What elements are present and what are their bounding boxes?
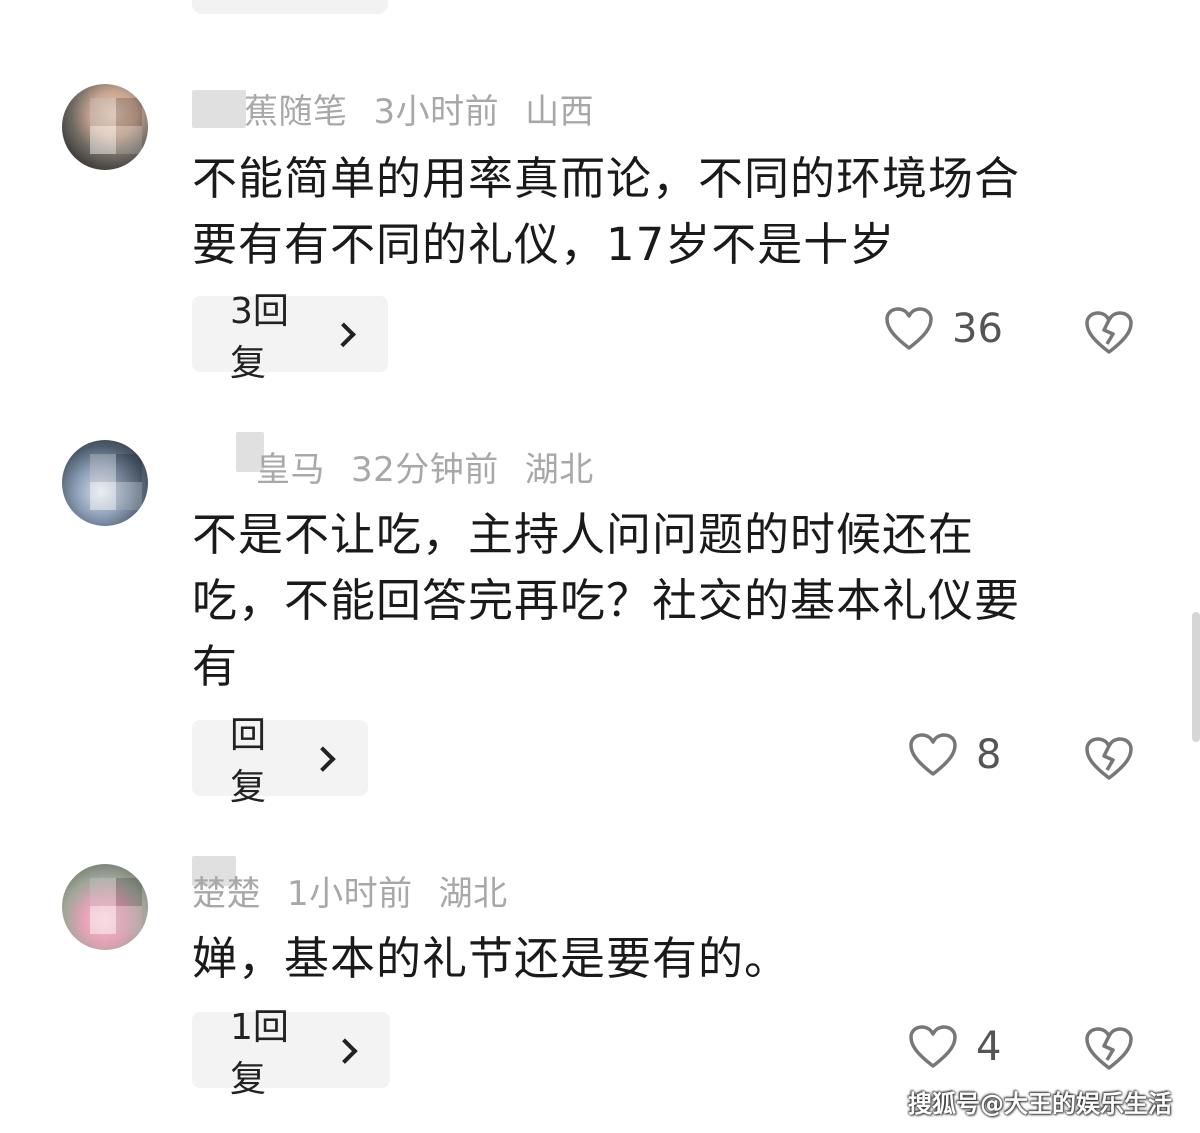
dislike-button[interactable] bbox=[1084, 736, 1134, 786]
reply-label: 3回复 bbox=[230, 291, 289, 384]
heart-outline-icon bbox=[908, 732, 958, 778]
heart-outline-icon bbox=[908, 1024, 958, 1070]
comment-region: 湖北 bbox=[438, 874, 508, 914]
dislike-button[interactable] bbox=[1084, 1026, 1134, 1076]
avatar[interactable] bbox=[62, 440, 148, 526]
broken-heart-icon bbox=[1084, 311, 1134, 360]
previous-reply-button-edge[interactable] bbox=[192, 0, 388, 14]
comment-meta: 楚楚 1小时前 湖北 bbox=[192, 866, 508, 915]
comment-author[interactable]: 皇马 bbox=[256, 450, 325, 490]
comment-text-line: 不能简单的用率真而论，不同的环境场合 bbox=[192, 152, 1021, 205]
comment-text-line: 要有有不同的礼仪，17岁不是十岁 bbox=[192, 218, 896, 271]
comment-author[interactable]: 蕉随笔 bbox=[244, 92, 348, 132]
reply-label: 1回复 bbox=[230, 1007, 289, 1100]
comment-text-line: 吃，不能回答完再吃？社交的基本礼仪要 bbox=[192, 574, 1021, 627]
broken-heart-icon bbox=[1084, 737, 1134, 786]
avatar-mosaic bbox=[90, 454, 142, 510]
avatar[interactable] bbox=[62, 864, 148, 950]
dislike-button[interactable] bbox=[1084, 310, 1134, 360]
view-replies-button[interactable]: 回复 bbox=[192, 715, 368, 808]
broken-heart-icon bbox=[1084, 1027, 1134, 1076]
like-count: 36 bbox=[952, 306, 1003, 352]
scrollbar[interactable] bbox=[1192, 612, 1200, 742]
comment-meta: 皇马 32分钟前 湖北 bbox=[192, 442, 594, 491]
comment-author[interactable]: 楚楚 bbox=[192, 874, 261, 914]
like-button[interactable]: 36 bbox=[884, 306, 1003, 352]
comment-region: 湖北 bbox=[524, 450, 594, 490]
chevron-right-icon bbox=[330, 322, 356, 348]
like-button[interactable]: 8 bbox=[908, 732, 1001, 778]
chevron-right-icon bbox=[332, 1038, 358, 1064]
comment-text: 不能简单的用率真而论，不同的环境场合 要有有不同的礼仪，17岁不是十岁 bbox=[192, 146, 1132, 278]
like-count: 8 bbox=[976, 732, 1002, 778]
comment-text-line: 婵，基本的礼节还是要有的。 bbox=[192, 932, 791, 985]
comment-meta: 蕉随笔 3小时前 山西 bbox=[192, 84, 594, 133]
reply-label: 回复 bbox=[230, 715, 267, 808]
comment-text: 不是不让吃，主持人问问题的时候还在 吃，不能回答完再吃？社交的基本礼仪要 有 bbox=[192, 502, 1132, 700]
comment-text-line: 有 bbox=[192, 640, 239, 693]
view-replies-button[interactable]: 1回复 bbox=[192, 1007, 390, 1100]
comment-time: 32分钟前 bbox=[351, 450, 499, 490]
watermark: 搜狐号@大王的娱乐生活 bbox=[908, 1090, 1172, 1118]
avatar[interactable] bbox=[62, 84, 148, 170]
like-button[interactable]: 4 bbox=[908, 1024, 1001, 1070]
heart-outline-icon bbox=[884, 306, 934, 352]
comment-time: 1小时前 bbox=[287, 874, 413, 914]
comment-text: 婵，基本的礼节还是要有的。 bbox=[192, 926, 1132, 992]
comment-time: 3小时前 bbox=[373, 92, 500, 132]
avatar-mosaic bbox=[90, 878, 142, 934]
view-replies-button[interactable]: 3回复 bbox=[192, 291, 388, 384]
comment-region: 山西 bbox=[525, 92, 595, 132]
chevron-right-icon bbox=[310, 746, 336, 772]
comment-text-line: 不是不让吃，主持人问问题的时候还在 bbox=[192, 508, 975, 561]
like-count: 4 bbox=[976, 1024, 1002, 1070]
avatar-mosaic bbox=[90, 98, 142, 154]
